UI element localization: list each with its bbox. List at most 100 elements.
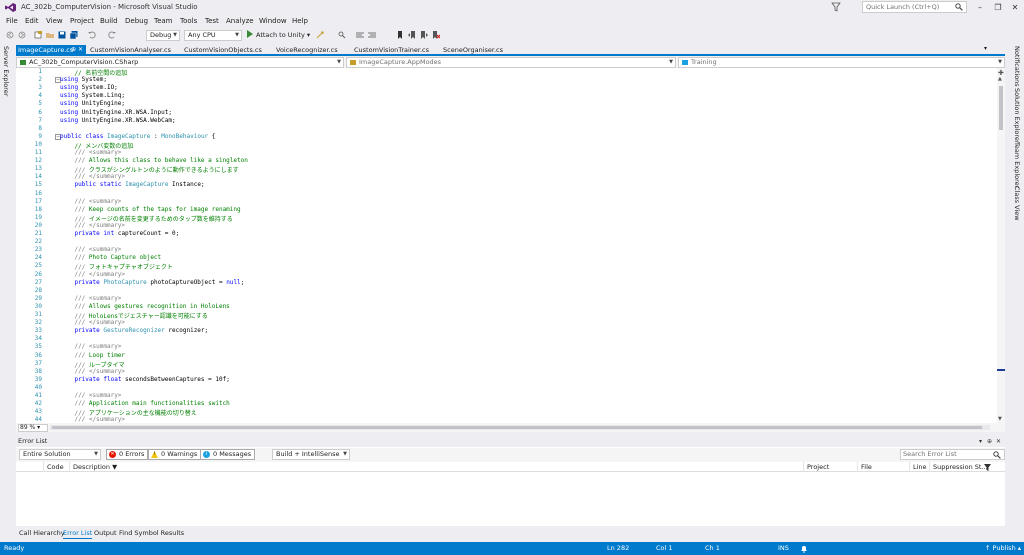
horizontal-scroll-thumb[interactable] [52, 426, 982, 429]
project-dropdown[interactable]: AC_302b_ComputerVision.CSharp ▼ [16, 57, 344, 68]
scroll-thumb[interactable] [999, 86, 1003, 130]
clear-bookmarks-icon[interactable] [432, 31, 440, 39]
tab-overflow-icon[interactable]: ▾ [984, 45, 987, 52]
type-dropdown[interactable]: ImageCapture.AppModes ▼ [346, 57, 676, 68]
configuration-dropdown[interactable]: Debug ▼ [146, 30, 180, 41]
errors-filter-button[interactable]: ✕ 0 Errors [106, 449, 149, 460]
code-line[interactable]: /// Application main functionalities swi… [60, 400, 229, 407]
quick-launch-input[interactable]: Quick Launch (Ctrl+Q) [862, 1, 967, 13]
new-project-icon[interactable] [34, 31, 42, 39]
feedback-filter-icon[interactable] [831, 2, 841, 12]
code-line[interactable]: /// <summary> [60, 343, 121, 350]
code-line[interactable]: /// </summary> [60, 319, 125, 326]
column-description[interactable]: Description ▼ [69, 462, 805, 472]
code-line[interactable]: private int captureCount = 0; [60, 230, 179, 237]
scope-dropdown[interactable]: Entire Solution ▼ [19, 449, 101, 460]
code-line[interactable]: using UnityEngine; [60, 100, 125, 107]
tab-error-list[interactable]: Error List [63, 529, 93, 539]
publish-button[interactable]: ↑ Publish ▴ [985, 542, 1021, 555]
tab-imagecapture[interactable]: ImageCapture.cs ⊕ ✕ [16, 45, 86, 55]
code-line[interactable]: public class ImageCapture : MonoBehaviou… [60, 133, 215, 140]
column-code[interactable]: Code [43, 462, 69, 472]
code-line[interactable]: private GestureRecognizer recognizer; [60, 327, 208, 334]
tab-sceneorganiser[interactable]: SceneOrganiser.cs [441, 45, 521, 55]
code-line[interactable]: /// <summary> [60, 392, 121, 399]
code-line[interactable]: private float secondsBetweenCaptures = 1… [60, 376, 229, 383]
close-icon[interactable]: ⊕ ✕ [71, 45, 83, 55]
uncomment-icon[interactable] [368, 31, 376, 39]
menu-view[interactable]: View [46, 17, 63, 25]
save-icon[interactable] [58, 31, 66, 39]
build-source-dropdown[interactable]: Build + IntelliSense ▼ [272, 449, 350, 460]
menu-tools[interactable]: Tools [180, 17, 197, 25]
menu-window[interactable]: Window [259, 17, 287, 25]
save-all-icon[interactable] [70, 31, 78, 39]
next-bookmark-icon[interactable] [420, 31, 428, 39]
code-line[interactable]: /// <summary> [60, 246, 121, 253]
undo-icon[interactable] [88, 31, 96, 39]
code-line[interactable]: public static ImageCapture Instance; [60, 181, 204, 188]
menu-test[interactable]: Test [205, 17, 219, 25]
code-line[interactable]: /// <summary> [60, 295, 121, 302]
tab-voicerecognizer[interactable]: VoiceRecognizer.cs [274, 45, 350, 55]
column-filter-icon[interactable]: ▼ [112, 463, 117, 471]
close-pane-icon[interactable]: ✕ [996, 436, 1001, 447]
class-view-tab[interactable]: Class View [1013, 186, 1021, 221]
notification-icon[interactable] [800, 545, 808, 553]
start-debugging-button[interactable]: Attach to Unity ▾ [247, 30, 310, 41]
code-line[interactable]: /// <summary> [60, 198, 121, 205]
code-line[interactable]: /// <summary> [60, 149, 121, 156]
tab-customvisionanalyser[interactable]: CustomVisionAnalyser.cs [88, 45, 178, 55]
menu-help[interactable]: Help [292, 17, 308, 25]
tab-customvisionobjects[interactable]: CustomVisionObjects.cs [182, 45, 270, 55]
tab-call-hierarchy[interactable]: Call Hierarchy [19, 529, 65, 538]
window-position-icon[interactable]: ▾ [979, 436, 982, 447]
close-button[interactable]: ✕ [1005, 1, 1024, 14]
open-folder-icon[interactable] [46, 31, 54, 39]
tab-output[interactable]: Output [94, 529, 117, 538]
scroll-down-icon[interactable]: ▼ [998, 416, 1002, 422]
menu-file[interactable]: File [6, 17, 18, 25]
column-project[interactable]: Project [803, 462, 857, 472]
code-line[interactable]: /// Keep counts of the taps for image re… [60, 206, 240, 213]
previous-bookmark-icon[interactable] [408, 31, 416, 39]
code-line[interactable]: /// </summary> [60, 271, 125, 278]
forward-icon[interactable] [18, 31, 26, 39]
scroll-up-icon[interactable]: ▲ [998, 76, 1002, 82]
warnings-filter-button[interactable]: ! 0 Warnings [148, 449, 202, 460]
code-line[interactable]: /// Loop timer [60, 352, 125, 359]
code-line[interactable]: using System; [60, 76, 107, 83]
menu-team[interactable]: Team [154, 17, 173, 25]
auto-hide-pin-icon[interactable]: ⊕ [987, 436, 992, 447]
code-line[interactable]: /// Allows this class to behave like a s… [60, 157, 247, 164]
minimize-button[interactable]: – [970, 1, 990, 14]
notifications-tab[interactable]: Notifications [1013, 46, 1021, 87]
code-line[interactable]: /// </summary> [60, 368, 125, 375]
code-line[interactable]: /// Photo Capture object [60, 254, 161, 261]
code-line[interactable]: using UnityEngine.XR.WSA.Input; [60, 109, 172, 116]
bookmark-icon[interactable] [396, 31, 404, 39]
menu-build[interactable]: Build [100, 17, 118, 25]
team-explorer-tab[interactable]: Team Explorer [1013, 142, 1021, 188]
menu-analyze[interactable]: Analyze [226, 17, 254, 25]
code-line[interactable]: private PhotoCapture photoCaptureObject … [60, 279, 244, 286]
menu-debug[interactable]: Debug [125, 17, 148, 25]
code-editor[interactable]: 1 2 3 4 5 6 7 8 9 10 11 12 13 14 15 16 17 18 19 20 21 22 23 24 2… [16, 68, 997, 423]
comment-out-icon[interactable] [356, 31, 364, 39]
error-list-search-input[interactable]: Search Error List [900, 449, 1005, 460]
server-explorer-tab[interactable]: Server Explorer [2, 46, 10, 96]
zoom-dropdown[interactable]: 89 % ▾ [18, 424, 48, 432]
menu-project[interactable]: Project [70, 17, 94, 25]
menu-edit[interactable]: Edit [25, 17, 39, 25]
code-line[interactable]: using System.Linq; [60, 92, 125, 99]
platform-dropdown[interactable]: Any CPU ▼ [184, 30, 242, 41]
find-in-files-icon[interactable] [338, 31, 346, 39]
browser-link-icon[interactable] [316, 31, 324, 39]
code-line[interactable]: using UnityEngine.XR.WSA.WebCam; [60, 117, 176, 124]
code-line[interactable]: /// </summary> [60, 173, 125, 180]
solution-explorer-tab[interactable]: Solution Explorer [1013, 88, 1021, 144]
back-icon[interactable] [6, 31, 14, 39]
tab-customvisiontrainer[interactable]: CustomVisionTrainer.cs [352, 45, 438, 55]
member-dropdown[interactable]: Training ▼ [678, 57, 1005, 68]
code-line[interactable]: /// </summary> [60, 222, 125, 229]
